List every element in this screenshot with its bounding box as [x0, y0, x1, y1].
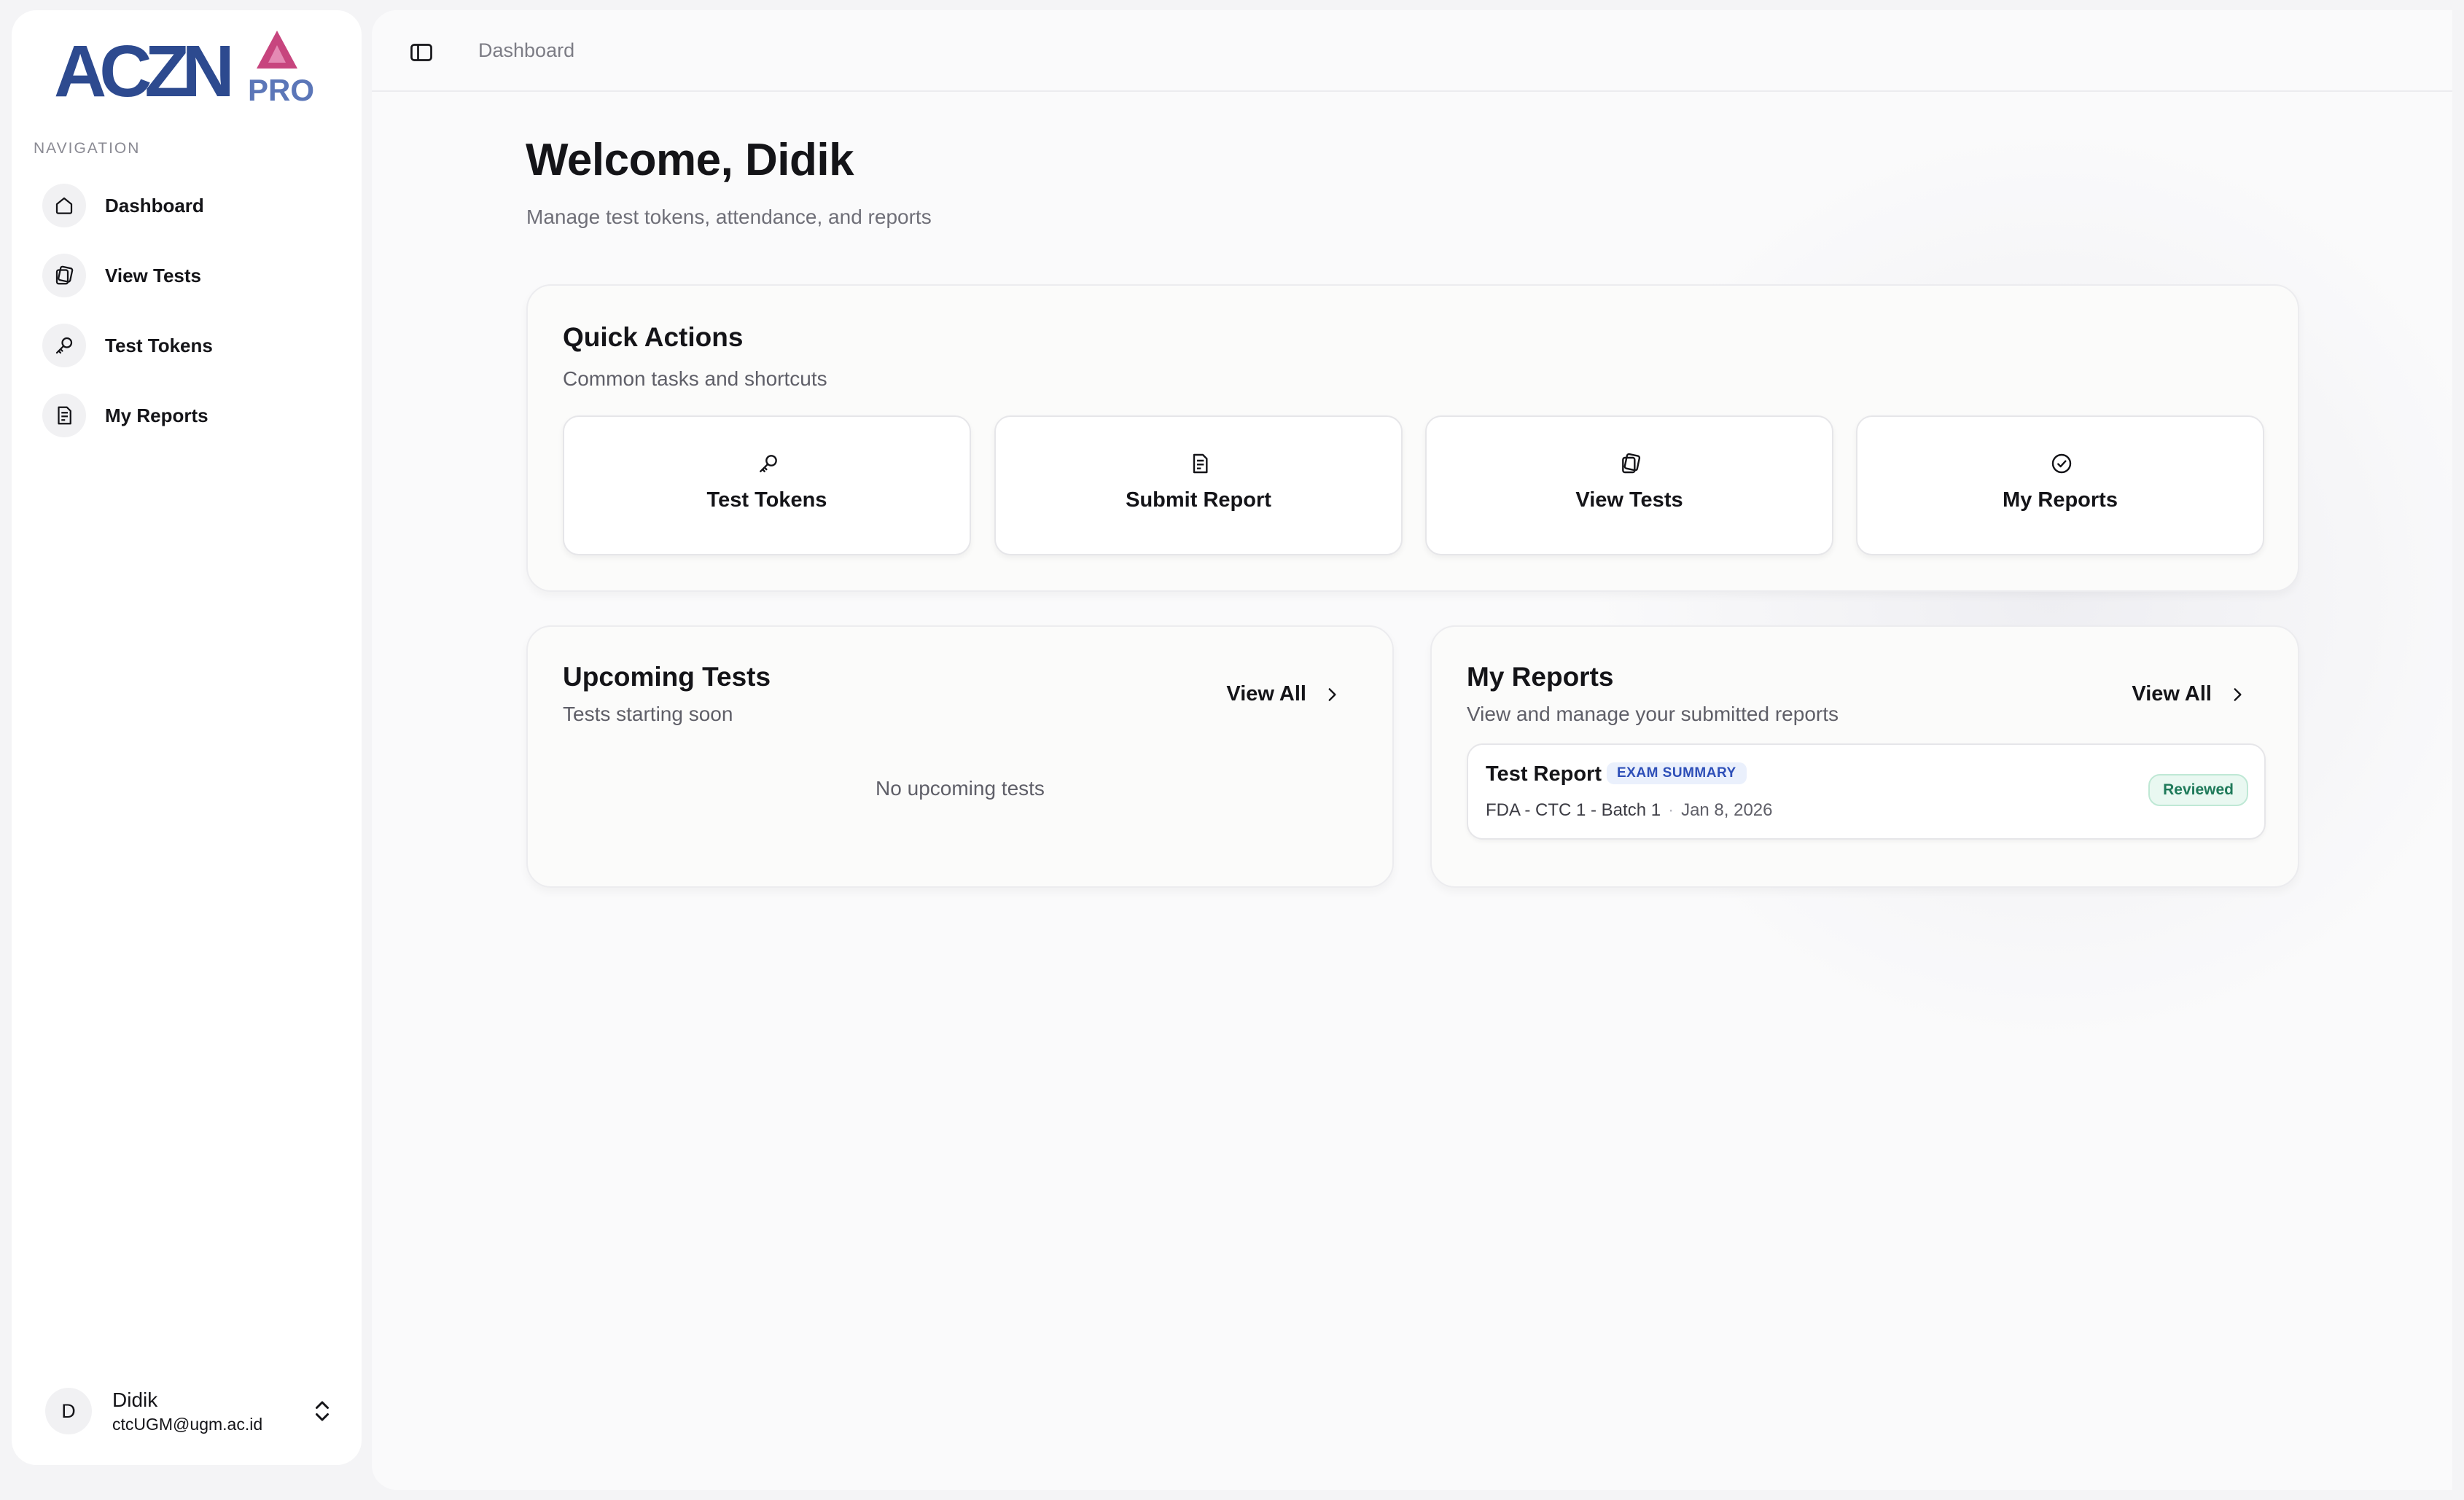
report-icon [42, 394, 86, 437]
quick-action-test-tokens[interactable]: Test Tokens [563, 415, 971, 555]
sidebar-toggle-icon[interactable] [408, 39, 434, 66]
card-subtitle: Common tasks and shortcuts [563, 367, 827, 390]
card-title: Upcoming Tests [563, 662, 771, 692]
my-reports-card: My Reports View and manage your submitte… [1430, 625, 2299, 888]
quick-actions-card: Quick Actions Common tasks and shortcuts… [526, 284, 2299, 592]
user-name: Didik [112, 1388, 158, 1411]
quick-action-view-tests[interactable]: View Tests [1425, 415, 1833, 555]
quick-action-label: View Tests [1575, 488, 1683, 512]
tests-icon [42, 254, 86, 297]
quick-action-label: My Reports [2003, 488, 2118, 512]
quick-action-my-reports[interactable]: My Reports [1856, 415, 2264, 555]
chevron-up-down-icon [316, 1401, 329, 1421]
sidebar-nav: Dashboard View Tests Test Tokens My Repo… [29, 176, 350, 456]
report-icon [1193, 453, 1208, 474]
empty-state: No upcoming tests [876, 777, 1045, 800]
status-badge: Reviewed [2148, 774, 2248, 806]
report-list-item[interactable]: Test Report EXAM SUMMARY FDA - CTC 1 - B… [1467, 743, 2266, 840]
quick-actions-grid: Test Tokens Submit Report View Tests My … [563, 415, 2267, 555]
sidebar-item-dashboard[interactable]: Dashboard [29, 176, 350, 235]
view-all-button[interactable]: View All [2132, 682, 2247, 706]
breadcrumb[interactable]: Dashboard [478, 39, 574, 62]
page-subtitle: Manage test tokens, attendance, and repo… [526, 206, 932, 228]
check-circle-icon [2051, 453, 2072, 474]
card-subtitle: View and manage your submitted reports [1467, 703, 1839, 725]
report-meta: FDA - CTC 1 - Batch 1 · Jan 8, 2026 [1486, 800, 1773, 821]
card-subtitle: Tests starting soon [563, 703, 733, 725]
sidebar: ACZN PRO NAVIGATION Dashboard View Tests [12, 10, 362, 1465]
report-type-badge: EXAM SUMMARY [1607, 762, 1747, 784]
quick-action-label: Submit Report [1126, 488, 1271, 512]
home-icon [42, 184, 86, 227]
sidebar-item-view-tests[interactable]: View Tests [29, 246, 350, 305]
report-test-name: FDA - CTC 1 - Batch 1 [1486, 800, 1661, 820]
main-content: Dashboard Welcome, Didik Manage test tok… [372, 10, 2452, 1490]
separator-dot: · [1668, 800, 1674, 820]
top-bar: Dashboard [372, 10, 2452, 92]
page-title: Welcome, Didik [526, 135, 854, 185]
svg-text:PRO: PRO [248, 73, 314, 107]
svg-text:ACZN: ACZN [54, 31, 230, 108]
chevron-right-icon [1328, 687, 1336, 701]
sidebar-item-label: View Tests [105, 264, 201, 286]
app-logo[interactable]: ACZN PRO [54, 28, 324, 108]
key-icon [42, 324, 86, 367]
view-all-label: View All [1226, 682, 1306, 706]
nav-heading: NAVIGATION [34, 140, 141, 157]
sidebar-item-label: My Reports [105, 404, 208, 426]
quick-action-submit-report[interactable]: Submit Report [994, 415, 1403, 555]
card-title: My Reports [1467, 662, 1614, 692]
sidebar-item-label: Test Tokens [105, 334, 213, 356]
tests-icon [1622, 453, 1641, 474]
card-title: Quick Actions [563, 322, 744, 352]
upcoming-tests-card: Upcoming Tests Tests starting soon View … [526, 625, 1394, 888]
sidebar-item-test-tokens[interactable]: Test Tokens [29, 316, 350, 375]
chevron-right-icon [2234, 687, 2242, 701]
user-menu[interactable]: D Didik ctcUGM@ugm.ac.id [29, 1378, 350, 1445]
quick-action-label: Test Tokens [706, 488, 827, 512]
sidebar-item-my-reports[interactable]: My Reports [29, 386, 350, 445]
report-date: Jan 8, 2026 [1681, 800, 1773, 820]
view-all-label: View All [2132, 682, 2212, 706]
user-email: ctcUGM@ugm.ac.id [112, 1414, 263, 1434]
user-info: Didik ctcUGM@ugm.ac.id [112, 1388, 262, 1434]
sidebar-item-label: Dashboard [105, 194, 204, 216]
view-all-button[interactable]: View All [1226, 682, 1341, 706]
avatar: D [45, 1388, 92, 1434]
report-title: Test Report [1486, 762, 1602, 786]
key-icon [760, 455, 777, 472]
